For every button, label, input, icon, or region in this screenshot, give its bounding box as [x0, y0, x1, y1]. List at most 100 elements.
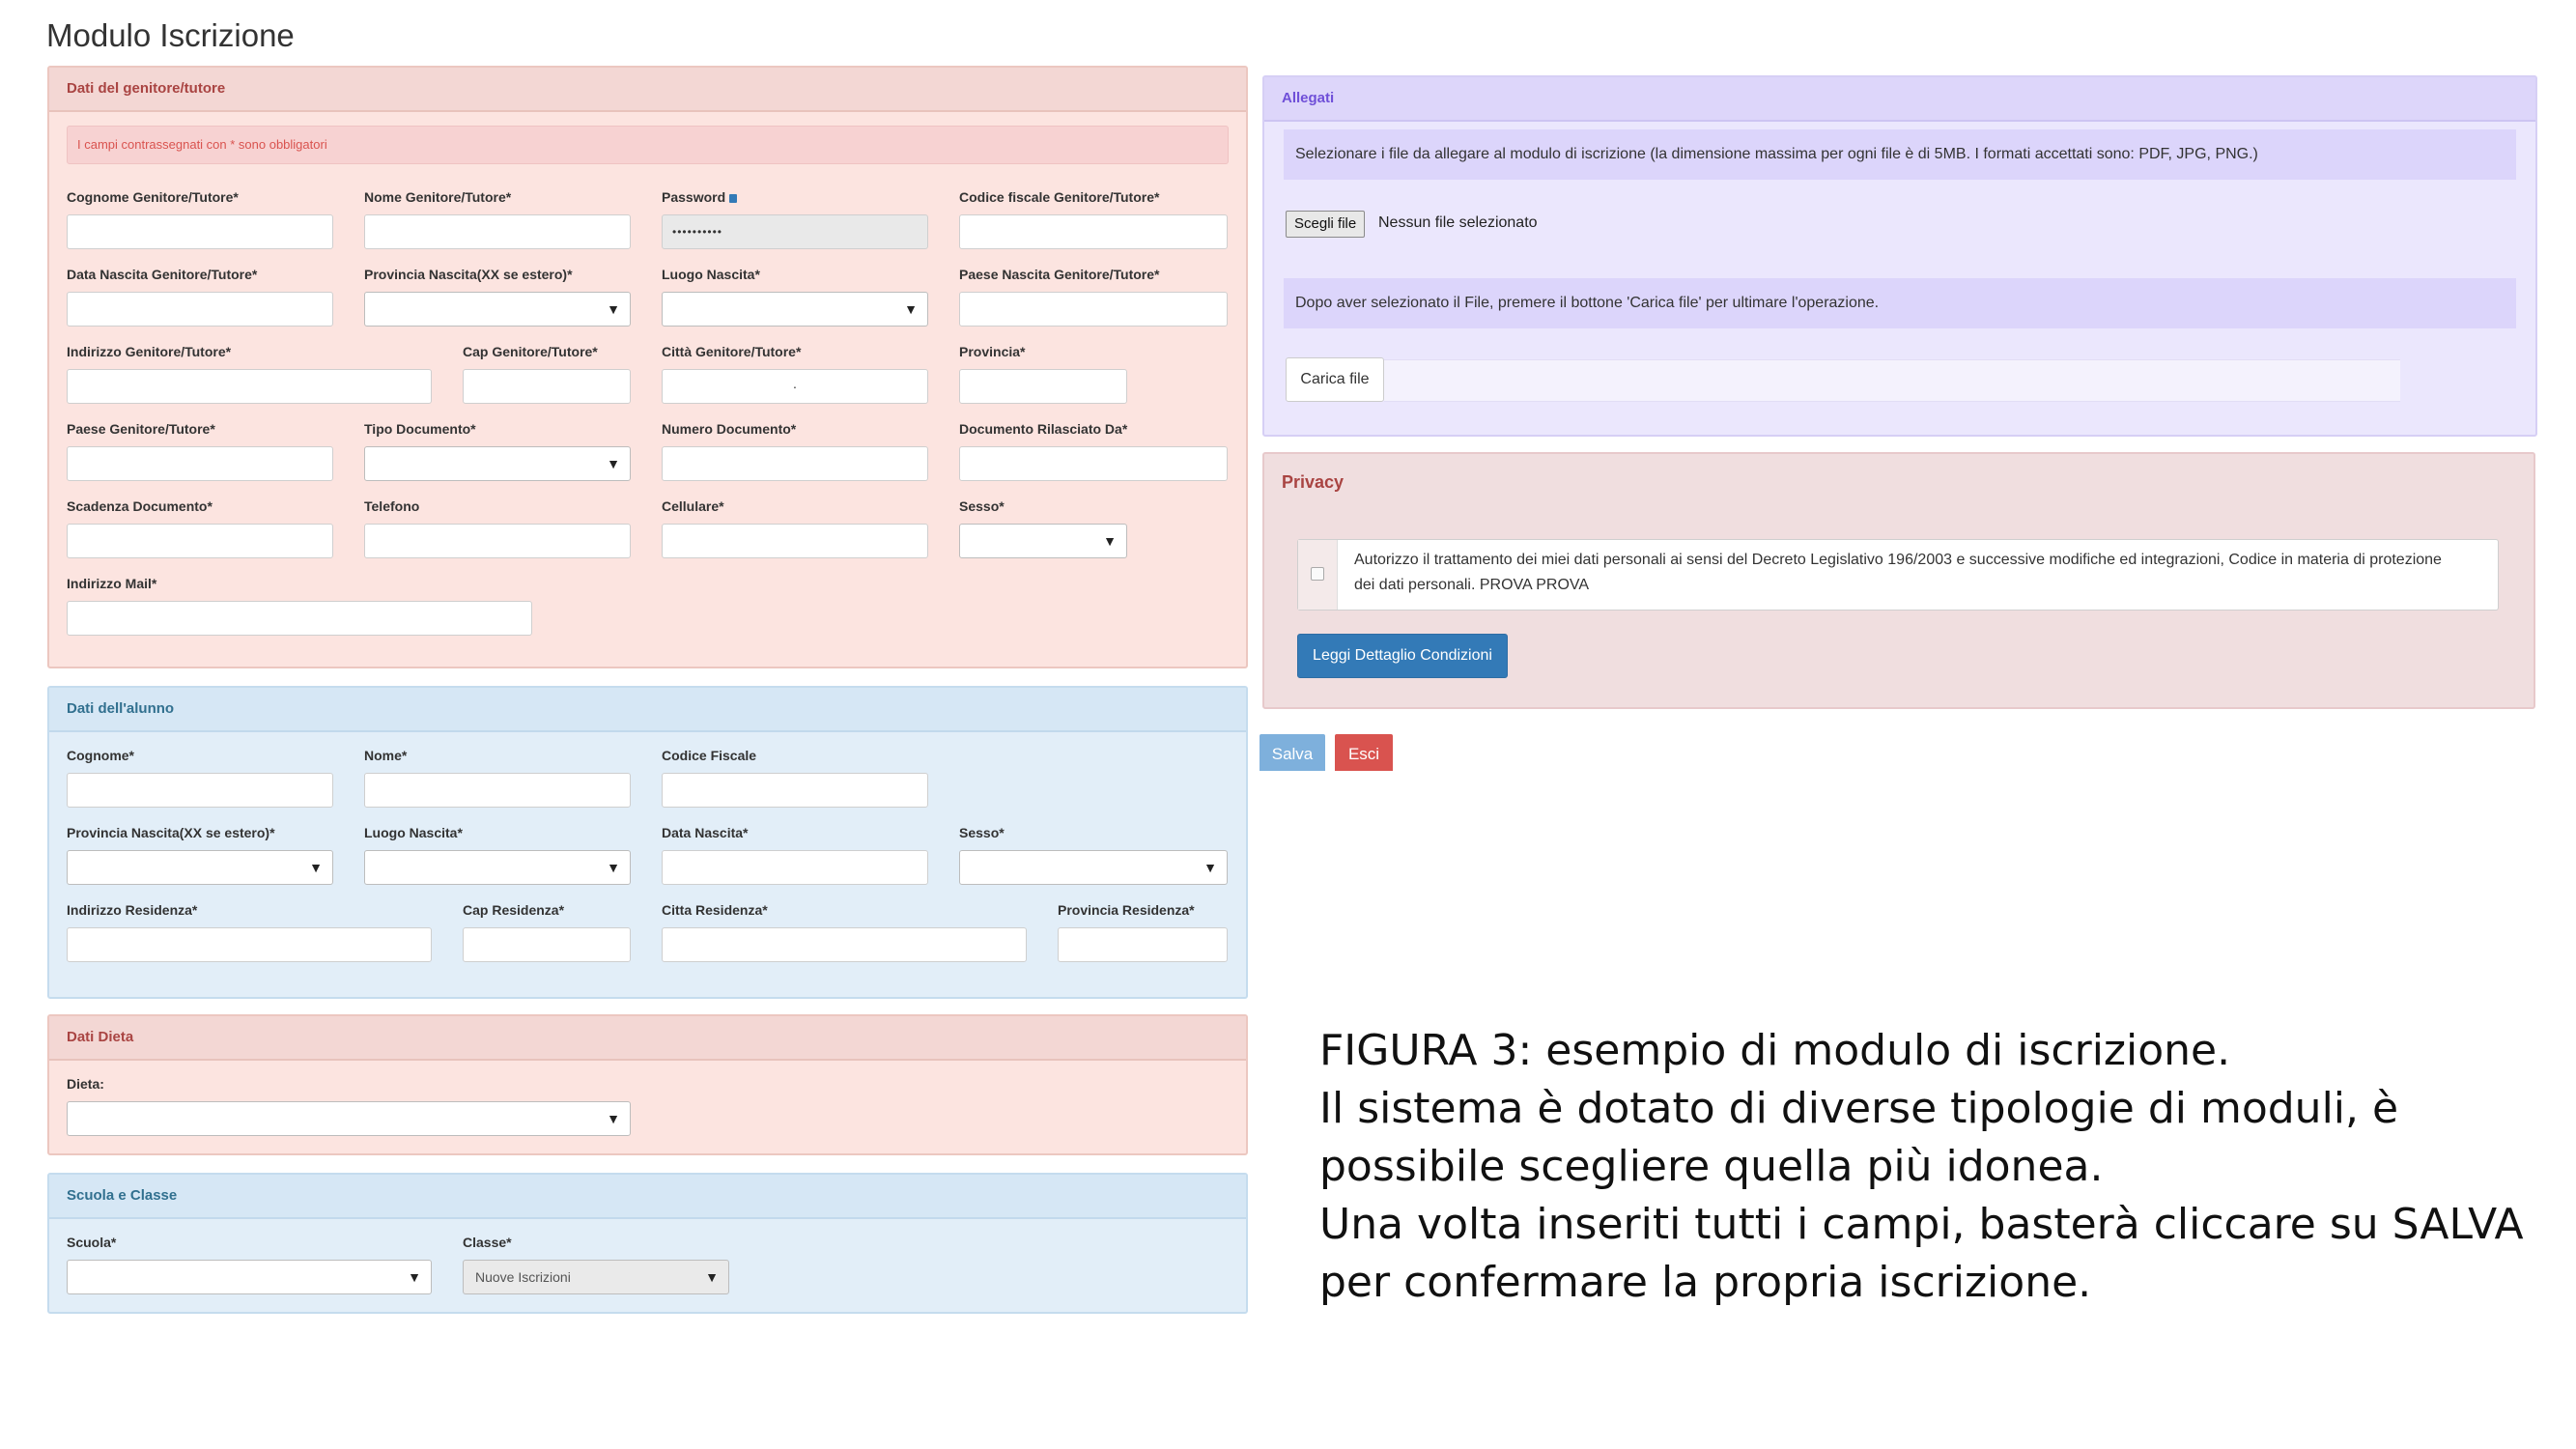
label-phone: Telefono: [364, 498, 420, 514]
residence-city-input[interactable]: [662, 927, 1027, 962]
label-student-surname: Cognome*: [67, 748, 134, 763]
label-student-birth-date: Data Nascita*: [662, 825, 749, 840]
upload-file-button[interactable]: Carica file: [1286, 357, 1384, 402]
label-mobile: Cellulare*: [662, 498, 724, 514]
file-status: Nessun file selezionato: [1378, 214, 1538, 231]
residence-address-input[interactable]: [67, 927, 432, 962]
password-label-text: Password: [662, 189, 726, 205]
label-parent-country: Paese Genitore/Tutore*: [67, 421, 215, 437]
parent-panel: Dati del genitore/tutore I campi contras…: [47, 66, 1248, 668]
parent-country-input[interactable]: [67, 446, 333, 481]
label-parent-tax-code: Codice fiscale Genitore/Tutore*: [959, 189, 1160, 205]
parent-birth-date-input[interactable]: [67, 292, 333, 327]
class-select-value: Nuove Iscrizioni: [475, 1269, 571, 1285]
save-button[interactable]: Salva: [1260, 734, 1325, 771]
attachments-panel-title: Allegati: [1264, 77, 2535, 122]
parent-surname-input[interactable]: [67, 214, 333, 249]
privacy-consent-box: Autorizzo il trattamento dei miei dati p…: [1297, 539, 2499, 611]
label-parent-birth-place: Luogo Nascita*: [662, 267, 760, 282]
parent-cap-input[interactable]: [463, 369, 631, 404]
parent-birth-place-select[interactable]: ▼: [662, 292, 928, 327]
label-parent-name: Nome Genitore/Tutore*: [364, 189, 512, 205]
mobile-input[interactable]: [662, 524, 928, 558]
parent-name-input[interactable]: [364, 214, 631, 249]
label-parent-province: Provincia*: [959, 344, 1026, 359]
document-number-input[interactable]: [662, 446, 928, 481]
upload-hint: Dopo aver selezionato il File, premere i…: [1284, 278, 2516, 328]
document-expiry-input[interactable]: [67, 524, 333, 558]
student-birth-date-input[interactable]: [662, 850, 928, 885]
chevron-down-icon: ▼: [607, 301, 620, 317]
chevron-down-icon: ▼: [607, 860, 620, 875]
diet-panel-title: Dati Dieta: [49, 1016, 1246, 1061]
label-student-tax-code: Codice Fiscale: [662, 748, 757, 763]
label-school: Scuola*: [67, 1235, 117, 1250]
label-class: Classe*: [463, 1235, 512, 1250]
diet-select[interactable]: ▼: [67, 1101, 631, 1136]
label-parent-surname: Cognome Genitore/Tutore*: [67, 189, 239, 205]
student-surname-input[interactable]: [67, 773, 333, 808]
residence-cap-input[interactable]: [463, 927, 631, 962]
label-parent-city: Città Genitore/Tutore*: [662, 344, 802, 359]
parent-panel-title: Dati del genitore/tutore: [49, 68, 1246, 112]
student-panel-title: Dati dell'alunno: [49, 688, 1246, 732]
label-diet: Dieta:: [67, 1076, 104, 1092]
caption-line-3: possibile scegliere quella più idonea.: [1319, 1142, 2104, 1191]
residence-province-input[interactable]: [1058, 927, 1228, 962]
lock-icon: [729, 194, 738, 203]
label-parent-birth-date: Data Nascita Genitore/Tutore*: [67, 267, 258, 282]
page-title: Modulo Iscrizione: [46, 17, 295, 53]
privacy-panel: Privacy Autorizzo il trattamento dei mie…: [1262, 452, 2535, 709]
chevron-down-icon: ▼: [1103, 533, 1117, 549]
parent-city-input[interactable]: ·: [662, 369, 928, 404]
student-birth-place-select[interactable]: ▼: [364, 850, 631, 885]
phone-input[interactable]: [364, 524, 631, 558]
label-parent-birth-country: Paese Nascita Genitore/Tutore*: [959, 267, 1160, 282]
label-email: Indirizzo Mail*: [67, 576, 157, 591]
privacy-checkbox-area: [1298, 540, 1338, 610]
parent-province-input[interactable]: [959, 369, 1127, 404]
caption-line-5: per confermare la propria iscrizione.: [1319, 1258, 2092, 1307]
label-document-issuer: Documento Rilasciato Da*: [959, 421, 1128, 437]
caption-line-1: FIGURA 3: esempio di modulo di iscrizion…: [1319, 1026, 2231, 1075]
class-select[interactable]: Nuove Iscrizioni ▼: [463, 1260, 729, 1294]
student-gender-select[interactable]: ▼: [959, 850, 1228, 885]
label-residence-cap: Cap Residenza*: [463, 902, 565, 918]
chevron-down-icon: ▼: [408, 1269, 421, 1285]
school-select[interactable]: ▼: [67, 1260, 432, 1294]
email-input[interactable]: [67, 601, 532, 636]
chevron-down-icon: ▼: [309, 860, 323, 875]
parent-gender-select[interactable]: ▼: [959, 524, 1127, 558]
read-conditions-button[interactable]: Leggi Dettaglio Condizioni: [1297, 634, 1508, 678]
student-birth-province-select[interactable]: ▼: [67, 850, 333, 885]
exit-button[interactable]: Esci: [1335, 734, 1393, 771]
chevron-down-icon: ▼: [1203, 860, 1217, 875]
chevron-down-icon: ▼: [904, 301, 918, 317]
label-parent-cap: Cap Genitore/Tutore*: [463, 344, 598, 359]
password-input[interactable]: ••••••••••: [662, 214, 928, 249]
document-issuer-input[interactable]: [959, 446, 1228, 481]
parent-address-input[interactable]: [67, 369, 432, 404]
label-residence-city: Citta Residenza*: [662, 902, 768, 918]
choose-file-button[interactable]: Scegli file: [1286, 211, 1366, 238]
chevron-down-icon: ▼: [607, 456, 620, 471]
privacy-consent-text: Autorizzo il trattamento dei miei dati p…: [1354, 552, 2442, 593]
label-student-name: Nome*: [364, 748, 408, 763]
document-type-select[interactable]: ▼: [364, 446, 631, 481]
student-tax-code-input[interactable]: [662, 773, 928, 808]
figure-caption: FIGURA 3: esempio di modulo di iscrizion…: [1319, 1022, 2524, 1312]
label-document-expiry: Scadenza Documento*: [67, 498, 212, 514]
label-residence-province: Provincia Residenza*: [1058, 902, 1195, 918]
required-notice: I campi contrassegnati con * sono obblig…: [67, 126, 1229, 164]
parent-birth-province-select[interactable]: ▼: [364, 292, 631, 327]
chevron-down-icon: ▼: [705, 1269, 719, 1285]
student-name-input[interactable]: [364, 773, 631, 808]
label-student-birth-place: Luogo Nascita*: [364, 825, 463, 840]
student-panel: Dati dell'alunno Cognome* Nome* Codice F…: [47, 686, 1248, 999]
privacy-checkbox[interactable]: [1311, 567, 1324, 581]
label-parent-birth-province: Provincia Nascita(XX se estero)*: [364, 267, 573, 282]
parent-tax-code-input[interactable]: [959, 214, 1228, 249]
label-student-gender: Sesso*: [959, 825, 1005, 840]
diet-panel: Dati Dieta Dieta: ▼: [47, 1014, 1248, 1155]
parent-birth-country-input[interactable]: [959, 292, 1228, 327]
